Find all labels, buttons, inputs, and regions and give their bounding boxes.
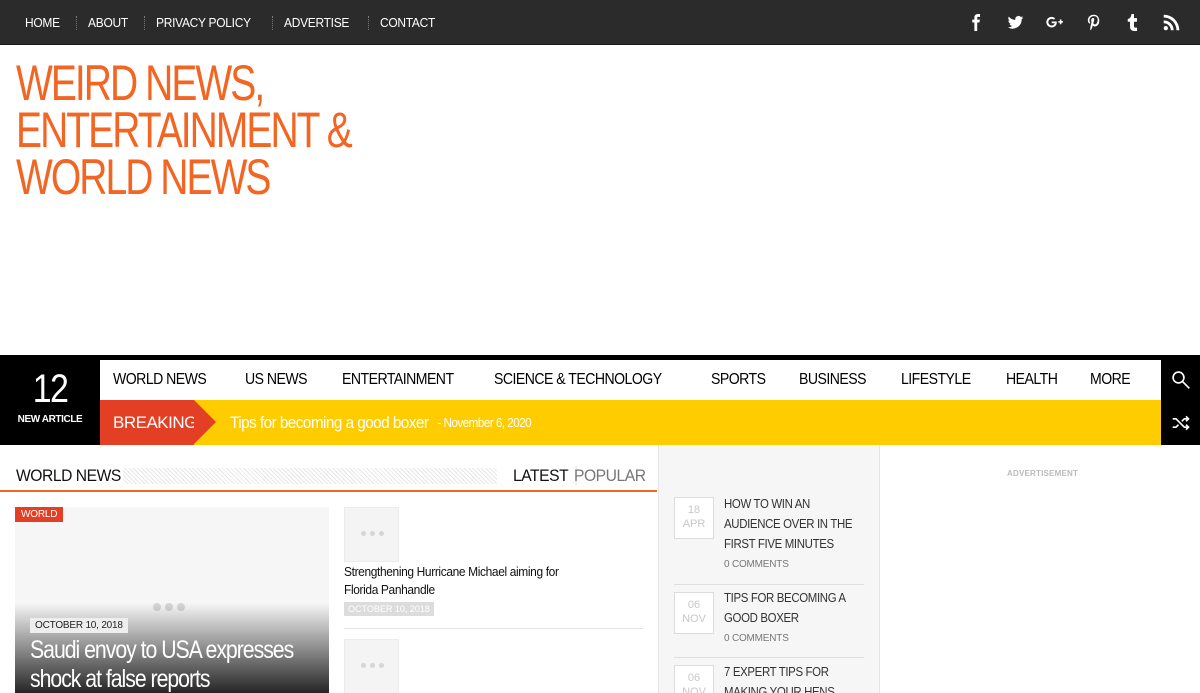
post-divider <box>674 657 864 658</box>
article-divider <box>344 628 643 629</box>
popular-post-title[interactable]: TIPS FOR BECOMING A GOOD BOXER <box>724 588 856 628</box>
nav-health[interactable]: HEALTH <box>1006 371 1058 389</box>
article-thumbnail[interactable] <box>344 507 399 562</box>
nav-contact-link[interactable]: CONTACT <box>369 15 446 30</box>
post-comments-count[interactable]: 0 COMMENTS <box>724 633 789 644</box>
logo-line-3: WORLD NEWS <box>16 149 271 205</box>
search-icon <box>1171 371 1190 389</box>
new-article-label: NEW ARTICLE <box>17 414 83 425</box>
tab-popular[interactable]: POPULAR <box>574 466 646 486</box>
advertisement-label: ADVERTISEMENT <box>1007 469 1079 478</box>
nav-business[interactable]: BUSINESS <box>799 371 867 389</box>
post-date-box: 06 NOV <box>674 665 714 693</box>
facebook-icon[interactable] <box>965 12 987 34</box>
loading-dots <box>361 663 384 668</box>
breaking-news-bar: BREAKING Tips for becoming a good boxer … <box>100 400 1161 445</box>
post-divider <box>674 584 864 585</box>
search-button[interactable] <box>1161 360 1200 400</box>
twitter-icon[interactable] <box>1004 12 1026 34</box>
article-thumbnail[interactable] <box>344 639 399 693</box>
section-divider-pattern <box>123 468 497 484</box>
article-title[interactable]: Strengthening Hurricane Michael aiming f… <box>344 563 583 599</box>
google-plus-icon[interactable] <box>1043 12 1065 34</box>
featured-article-title[interactable]: Saudi envoy to USA expresses shock at fa… <box>30 636 319 693</box>
post-day: 18 <box>687 504 701 516</box>
tab-latest[interactable]: LATEST <box>513 466 577 486</box>
section-title: WORLD NEWS <box>16 466 121 485</box>
nav-sports[interactable]: SPORTS <box>711 371 766 389</box>
category-badge[interactable]: WORLD <box>15 507 64 522</box>
featured-title-line-1: Saudi envoy to USA expresses <box>30 636 294 664</box>
breaking-label: BREAKING <box>100 400 197 445</box>
nav-entertainment[interactable]: ENTERTAINMENT <box>342 371 454 389</box>
popular-post-title[interactable]: 7 EXPERT TIPS FOR MAKING YOUR HENS NIGHT… <box>724 662 856 693</box>
featured-title-line-2: shock at false reports <box>30 665 211 693</box>
nav-home-link[interactable]: HOME <box>14 15 71 30</box>
rss-icon[interactable] <box>1160 12 1182 34</box>
popular-post-title[interactable]: HOW TO WIN AN AUDIENCE OVER IN THE FIRST… <box>724 494 856 554</box>
breaking-headline-link[interactable]: Tips for becoming a good boxer - Novembe… <box>230 400 532 445</box>
post-date-box: 06 NOV <box>674 592 714 634</box>
nav-advertise-link[interactable]: ADVERTISE <box>273 15 360 30</box>
logo-line-2: ENTERTAINMENT & <box>16 102 353 158</box>
loading-dots <box>361 531 384 536</box>
post-comments-count[interactable]: 0 COMMENTS <box>724 559 789 570</box>
top-bar: HOME ABOUT PRIVACY POLICY ADVERTISE CONT… <box>0 0 1200 45</box>
post-day: 06 <box>687 672 701 684</box>
new-article-count: 12 <box>32 367 69 411</box>
site-logo[interactable]: WEIRD NEWS, ENTERTAINMENT & WORLD NEWS <box>16 55 375 205</box>
post-month: NOV <box>682 686 706 693</box>
post-date-box: 18 APR <box>674 497 714 539</box>
tumblr-icon[interactable] <box>1121 12 1143 34</box>
post-month: NOV <box>682 613 706 625</box>
shuffle-icon <box>1172 415 1190 430</box>
new-article-counter: 12 NEW ARTICLE <box>0 355 100 445</box>
pinterest-icon[interactable] <box>1082 12 1104 34</box>
nav-us-news[interactable]: US NEWS <box>245 371 308 389</box>
nav-world-news[interactable]: WORLD NEWS <box>113 371 207 389</box>
nav-privacy-policy-link[interactable]: PRIVACY POLICY <box>145 15 262 30</box>
post-month: APR <box>682 518 706 530</box>
nav-lifestyle[interactable]: LIFESTYLE <box>901 371 971 389</box>
social-links <box>948 0 1182 45</box>
breaking-date: - November 6, 2020 <box>437 415 532 430</box>
article-date: OCTOBER 10, 2018 <box>344 602 434 616</box>
top-navigation: HOME ABOUT PRIVACY POLICY ADVERTISE CONT… <box>14 0 453 45</box>
logo-line-1: WEIRD NEWS, <box>16 55 265 111</box>
random-article-button[interactable] <box>1161 400 1200 445</box>
nav-science-technology[interactable]: SCIENCE & TECHNOLOGY <box>494 371 662 389</box>
featured-article-date: OCTOBER 10, 2018 <box>30 618 128 633</box>
breaking-arrow <box>194 400 216 444</box>
world-news-section-header: WORLD NEWS LATEST POPULAR <box>0 462 657 492</box>
nav-about-link[interactable]: ABOUT <box>77 15 139 30</box>
breaking-headline: Tips for becoming a good boxer <box>230 412 429 432</box>
nav-more[interactable]: MORE <box>1090 371 1131 389</box>
post-day: 06 <box>687 599 701 611</box>
main-navigation: WORLD NEWS US NEWS ENTERTAINMENT SCIENCE… <box>100 360 1161 400</box>
